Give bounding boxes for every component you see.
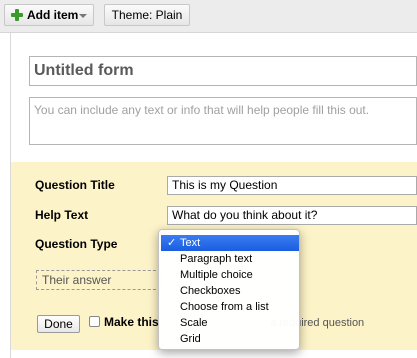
add-item-label: Add item bbox=[27, 8, 79, 22]
menu-item-text[interactable]: ✓ Text bbox=[161, 235, 299, 251]
menu-item-label: Multiple choice bbox=[180, 269, 253, 281]
menu-item-label: Checkboxes bbox=[180, 285, 241, 297]
chevron-down-icon bbox=[79, 14, 87, 18]
done-button[interactable]: Done bbox=[37, 315, 80, 333]
required-checkbox[interactable] bbox=[89, 316, 100, 327]
menu-item-label: Text bbox=[180, 237, 201, 249]
menu-item-multiple-choice[interactable]: Multiple choice bbox=[159, 267, 299, 283]
menu-item-checkboxes[interactable]: Checkboxes bbox=[159, 283, 299, 299]
menu-item-scale[interactable]: Scale bbox=[159, 315, 299, 331]
answer-preview: Their answer bbox=[36, 270, 161, 290]
menu-item-paragraph-text[interactable]: Paragraph text bbox=[159, 251, 299, 267]
form-description-input[interactable]: You can include any text or info that wi… bbox=[29, 97, 417, 145]
toolbar: Add item Theme: Plain bbox=[0, 0, 417, 33]
menu-item-label: Choose from a list bbox=[180, 301, 269, 313]
question-type-label: Question Type bbox=[35, 237, 118, 251]
form-title-input[interactable]: Untitled form bbox=[29, 56, 417, 86]
help-text-input[interactable]: What do you think about it? bbox=[167, 206, 417, 225]
add-item-button[interactable]: Add item bbox=[4, 4, 94, 26]
menu-item-label: Grid bbox=[180, 333, 201, 345]
theme-label: Theme: Plain bbox=[111, 8, 183, 22]
menu-item-label: Scale bbox=[180, 317, 208, 329]
theme-button[interactable]: Theme: Plain bbox=[104, 4, 190, 26]
menu-item-choose-from-list[interactable]: Choose from a list bbox=[159, 299, 299, 315]
question-title-label: Question Title bbox=[35, 178, 115, 192]
checkmark-icon: ✓ bbox=[167, 237, 177, 249]
menu-item-grid[interactable]: Grid bbox=[159, 331, 299, 347]
plus-icon bbox=[11, 9, 23, 21]
required-label: Make this bbox=[104, 315, 159, 329]
help-text-label: Help Text bbox=[35, 208, 89, 222]
menu-item-label: Paragraph text bbox=[180, 253, 253, 265]
question-title-input[interactable]: This is my Question bbox=[167, 176, 417, 195]
question-type-menu: ✓ Text Paragraph text Multiple choice Ch… bbox=[158, 229, 300, 350]
